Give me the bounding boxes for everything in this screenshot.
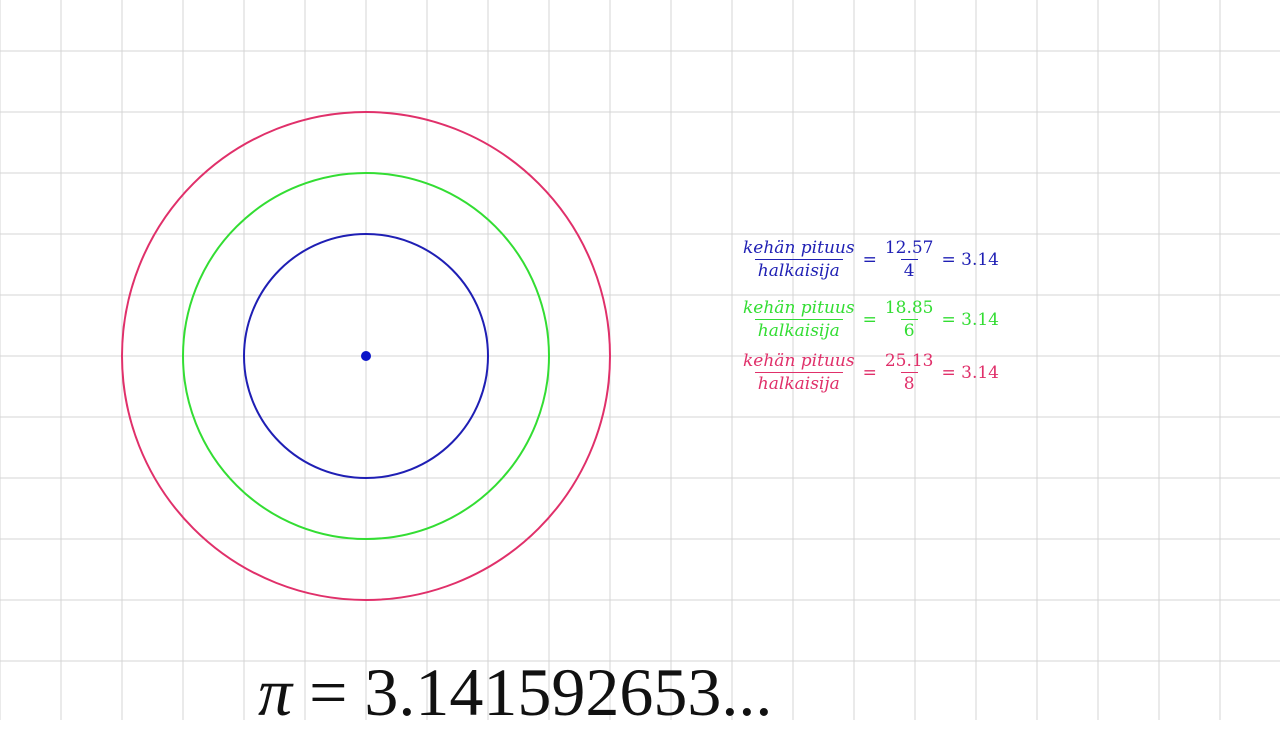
circumference-value: 12.57	[884, 238, 934, 258]
equals-sign: =	[862, 362, 877, 383]
value-fraction: 12.57 4	[882, 238, 937, 281]
background-grid	[0, 0, 1280, 720]
diameter-label: halkaisija	[754, 319, 843, 341]
diameter-label: halkaisija	[754, 259, 843, 281]
ratio-fraction: kehän pituus halkaisija	[740, 351, 858, 394]
ratio-result: = 3.14	[941, 249, 1000, 270]
blue-ratio-formula: kehän pituus halkaisija = 12.57 4 = 3.14	[740, 238, 1004, 281]
pi-symbol: π	[258, 654, 293, 730]
circumference-label: kehän pituus	[743, 351, 855, 371]
diameter-value: 6	[900, 319, 918, 341]
equals-sign: =	[862, 249, 877, 270]
ratio-result: = 3.14	[941, 362, 1000, 383]
center-point	[361, 351, 371, 361]
red-ratio-formula: kehän pituus halkaisija = 25.13 8 = 3.14	[740, 351, 1004, 394]
ratio-fraction: kehän pituus halkaisija	[740, 298, 858, 341]
equals-sign: =	[862, 309, 877, 330]
diameter-value: 8	[900, 372, 918, 394]
green-ratio-formula: kehän pituus halkaisija = 18.85 6 = 3.14	[740, 298, 1004, 341]
diameter-value: 4	[900, 259, 918, 281]
diameter-label: halkaisija	[754, 372, 843, 394]
pi-statement: π = 3.141592653...	[258, 652, 772, 732]
value-fraction: 18.85 6	[882, 298, 937, 341]
circumference-value: 25.13	[884, 351, 934, 371]
pi-value: = 3.141592653...	[292, 654, 773, 730]
circumference-label: kehän pituus	[743, 238, 855, 258]
geometry-canvas	[0, 0, 1280, 720]
ratio-result: = 3.14	[941, 309, 1000, 330]
value-fraction: 25.13 8	[882, 351, 937, 394]
circumference-value: 18.85	[884, 298, 934, 318]
circumference-label: kehän pituus	[743, 298, 855, 318]
ratio-fraction: kehän pituus halkaisija	[740, 238, 858, 281]
